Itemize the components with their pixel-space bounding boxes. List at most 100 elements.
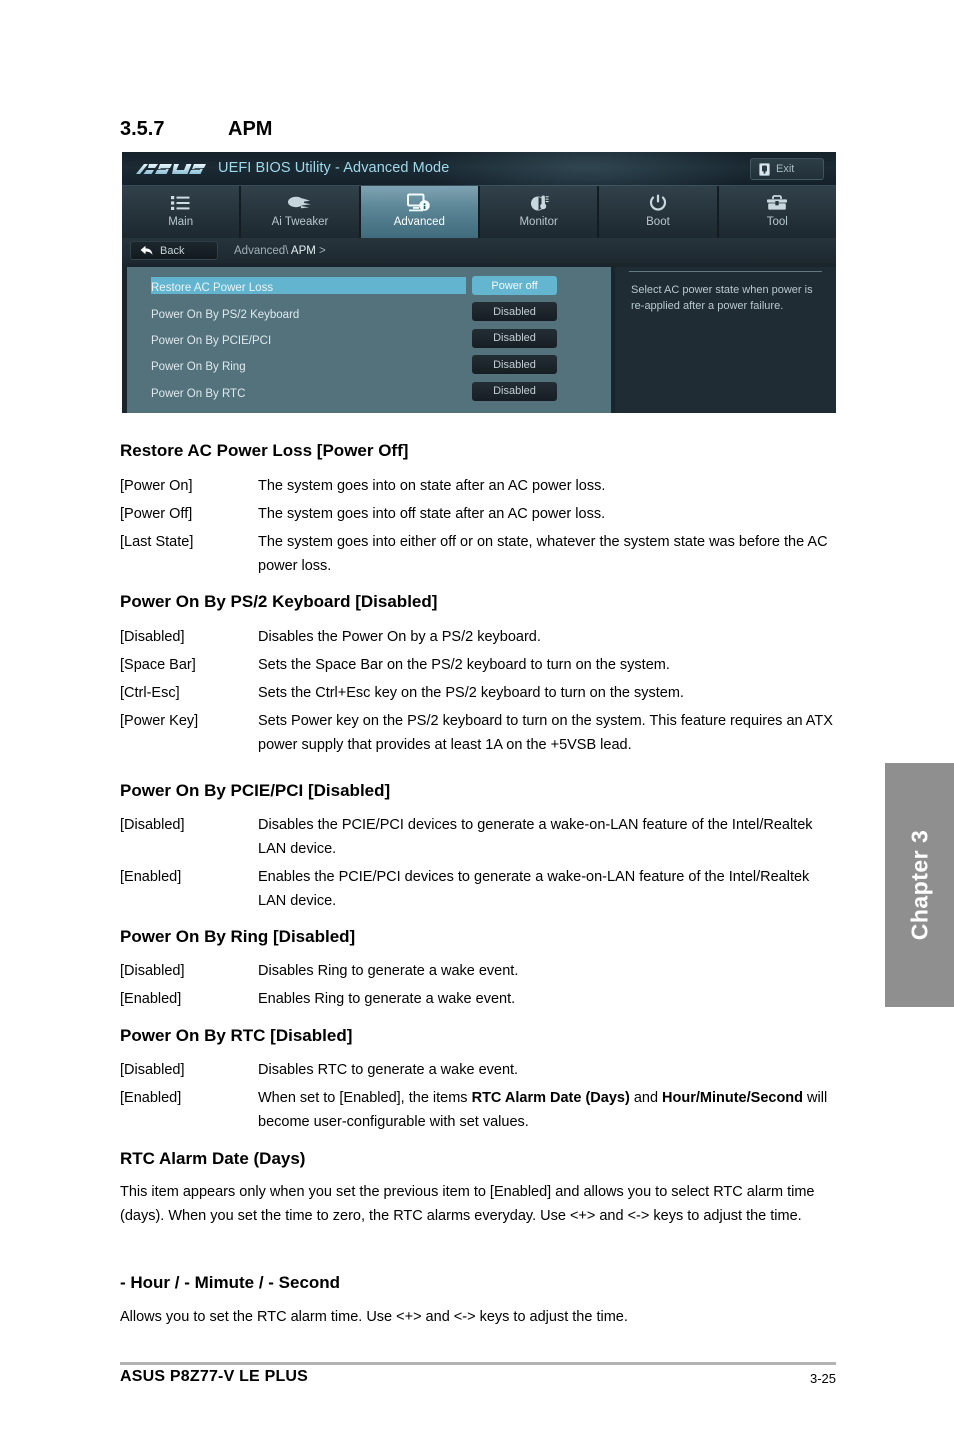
def-ctrl-esc: [Ctrl-Esc] Sets the Ctrl+Esc key on the … xyxy=(120,681,836,705)
bios-title-bar: UEFI BIOS Utility - Advanced Mode Exit xyxy=(122,152,836,186)
breadcrumb-current: APM xyxy=(290,244,316,257)
setting-label: Power On By Ring xyxy=(151,361,246,374)
heading-power-on-by-ring: Power On By Ring [Disabled] xyxy=(120,927,356,946)
def-term: [Enabled] xyxy=(120,991,182,1007)
breadcrumb: Advanced\ APM > xyxy=(234,245,326,257)
setting-label: Power On By RTC xyxy=(151,387,246,400)
setting-label: Power On By PS/2 Keyboard xyxy=(151,308,300,321)
def-desc: Sets Power key on the PS/2 keyboard to t… xyxy=(258,713,833,753)
tab-advanced[interactable]: Advanced xyxy=(360,186,478,238)
def-disabled-pcie: [Disabled] Disables the PCIE/PCI devices… xyxy=(120,813,836,861)
bios-tab-bar: Main Ai Tweaker Advanced Monitor Boot To… xyxy=(122,186,836,238)
setting-value: Power off xyxy=(491,279,538,292)
def-space-bar: [Space Bar] Sets the Space Bar on the PS… xyxy=(120,653,836,677)
setting-row-restore-ac-power-loss[interactable]: Restore AC Power Loss Power off xyxy=(127,275,611,301)
gauge-thermometer-icon xyxy=(528,191,550,215)
exit-door-icon xyxy=(759,162,770,176)
def-desc: Sets the Space Bar on the PS/2 keyboard … xyxy=(258,657,670,673)
def-term: [Disabled] xyxy=(120,1062,185,1078)
def-last-state: [Last State] The system goes into either… xyxy=(120,530,836,578)
setting-value: Disabled xyxy=(493,358,536,371)
def-term: [Ctrl-Esc] xyxy=(120,685,180,701)
def-term: [Enabled] xyxy=(120,869,182,885)
def-desc: The system goes into off state after an … xyxy=(258,506,606,522)
tab-tool[interactable]: Tool xyxy=(718,186,836,238)
setting-row-power-on-by-ps2-keyboard[interactable]: Power On By PS/2 Keyboard Disabled xyxy=(127,301,611,327)
footer-divider xyxy=(120,1362,836,1365)
tab-main-label: Main xyxy=(168,216,194,228)
setting-row-power-on-by-ring[interactable]: Power On By Ring Disabled xyxy=(127,354,611,380)
def-enabled-pcie: [Enabled] Enables the PCIE/PCI devices t… xyxy=(120,865,836,913)
back-arrow-icon xyxy=(140,245,153,255)
bios-content: Restore AC Power Loss Power off Power On… xyxy=(122,263,836,413)
def-desc: The system goes into either off or on st… xyxy=(258,534,828,574)
back-button[interactable]: Back xyxy=(130,241,218,260)
page-title: 3.5.7 APM xyxy=(120,118,272,141)
def-desc: Disables the Power On by a PS/2 keyboard… xyxy=(258,629,541,645)
def-term: [Last State] xyxy=(120,534,194,550)
paragraph-hour-minute-second: Allows you to set the RTC alarm time. Us… xyxy=(120,1309,628,1325)
setting-label: Power On By PCIE/PCI xyxy=(151,334,272,347)
help-text: Select AC power state when power is re-a… xyxy=(631,284,813,312)
footer-product-name: ASUS P8Z77-V LE PLUS xyxy=(120,1368,309,1385)
help-panel: Select AC power state when power is re-a… xyxy=(615,267,836,413)
tab-ai-tweaker[interactable]: Ai Tweaker xyxy=(241,186,359,238)
asus-logo-icon xyxy=(136,164,206,174)
section-number: 3.5.7 xyxy=(120,118,165,140)
heading-power-on-by-ps2-keyboard: Power On By PS/2 Keyboard [Disabled] xyxy=(120,592,438,611)
def-desc: Disables RTC to generate a wake event. xyxy=(258,1062,519,1078)
def-disabled-ring: [Disabled] Disables Ring to generate a w… xyxy=(120,959,836,983)
def-desc: The system goes into on state after an A… xyxy=(258,478,606,494)
def-desc: Disables Ring to generate a wake event. xyxy=(258,963,519,979)
title-bar-glow xyxy=(422,152,752,186)
bios-screenshot: UEFI BIOS Utility - Advanced Mode Exit M… xyxy=(122,152,836,413)
setting-value-button[interactable]: Disabled xyxy=(472,355,557,375)
rtc-desc-part2: and xyxy=(629,1090,663,1106)
tab-monitor[interactable]: Monitor xyxy=(479,186,598,238)
def-term: [Disabled] xyxy=(120,963,185,979)
def-term: [Disabled] xyxy=(120,629,185,645)
def-term: [Power Key] xyxy=(120,713,199,729)
setting-value: Disabled xyxy=(493,385,536,398)
heading-power-on-by-rtc: Power On By RTC [Disabled] xyxy=(120,1026,353,1045)
setting-row-power-on-by-pcie-pci[interactable]: Power On By PCIE/PCI Disabled xyxy=(127,328,611,354)
section-title: APM xyxy=(228,118,273,140)
setting-label: Restore AC Power Loss xyxy=(151,282,274,295)
setting-value-button[interactable]: Disabled xyxy=(472,381,557,401)
def-disabled-rtc: [Disabled] Disables RTC to generate a wa… xyxy=(120,1058,836,1082)
tab-boot-label: Boot xyxy=(646,216,670,228)
setting-value-button[interactable]: Power off xyxy=(472,276,557,295)
setting-value: Disabled xyxy=(493,305,536,318)
list-icon xyxy=(170,191,191,215)
def-term: [Disabled] xyxy=(120,817,185,833)
def-desc: Sets the Ctrl+Esc key on the PS/2 keyboa… xyxy=(258,685,684,701)
tab-boot[interactable]: Boot xyxy=(599,186,717,238)
def-term: [Enabled] xyxy=(120,1090,182,1106)
setting-row-power-on-by-rtc[interactable]: Power On By RTC Disabled xyxy=(127,381,611,407)
heading-power-on-by-pcie-pci: Power On By PCIE/PCI [Disabled] xyxy=(120,781,391,800)
def-desc: Enables Ring to generate a wake event. xyxy=(258,991,516,1007)
footer-page-number: 3-25 xyxy=(809,1371,836,1386)
monitor-info-icon xyxy=(407,191,431,215)
def-desc: Disables the PCIE/PCI devices to generat… xyxy=(258,817,813,857)
toolbox-icon xyxy=(766,191,788,215)
heading-hour-minute-second: - Hour / - Mimute / - Second xyxy=(120,1273,341,1292)
exit-button[interactable]: Exit xyxy=(750,158,824,180)
def-term: [Space Bar] xyxy=(120,657,196,673)
tab-main[interactable]: Main xyxy=(122,186,240,238)
setting-value-button[interactable]: Disabled xyxy=(472,328,557,348)
def-desc: Enables the PCIE/PCI devices to generate… xyxy=(258,869,810,909)
def-enabled-ring: [Enabled] Enables Ring to generate a wak… xyxy=(120,987,836,1011)
rtc-bold-alarm-date: RTC Alarm Date (Days) xyxy=(471,1090,630,1106)
chapter-tab: Chapter 3 xyxy=(885,763,954,1007)
rtc-desc-part1: When set to [Enabled], the items xyxy=(258,1090,472,1106)
def-power-off: [Power Off] The system goes into off sta… xyxy=(120,502,836,526)
def-power-on: [Power On] The system goes into on state… xyxy=(120,474,836,498)
help-divider xyxy=(629,271,822,272)
breadcrumb-suffix: > xyxy=(319,244,326,257)
exit-label: Exit xyxy=(776,163,795,175)
setting-value-button[interactable]: Disabled xyxy=(472,302,557,322)
bios-title-text: UEFI BIOS Utility - Advanced Mode xyxy=(218,160,450,176)
settings-list: Restore AC Power Loss Power off Power On… xyxy=(127,267,611,413)
tab-advanced-label: Advanced xyxy=(393,216,445,228)
